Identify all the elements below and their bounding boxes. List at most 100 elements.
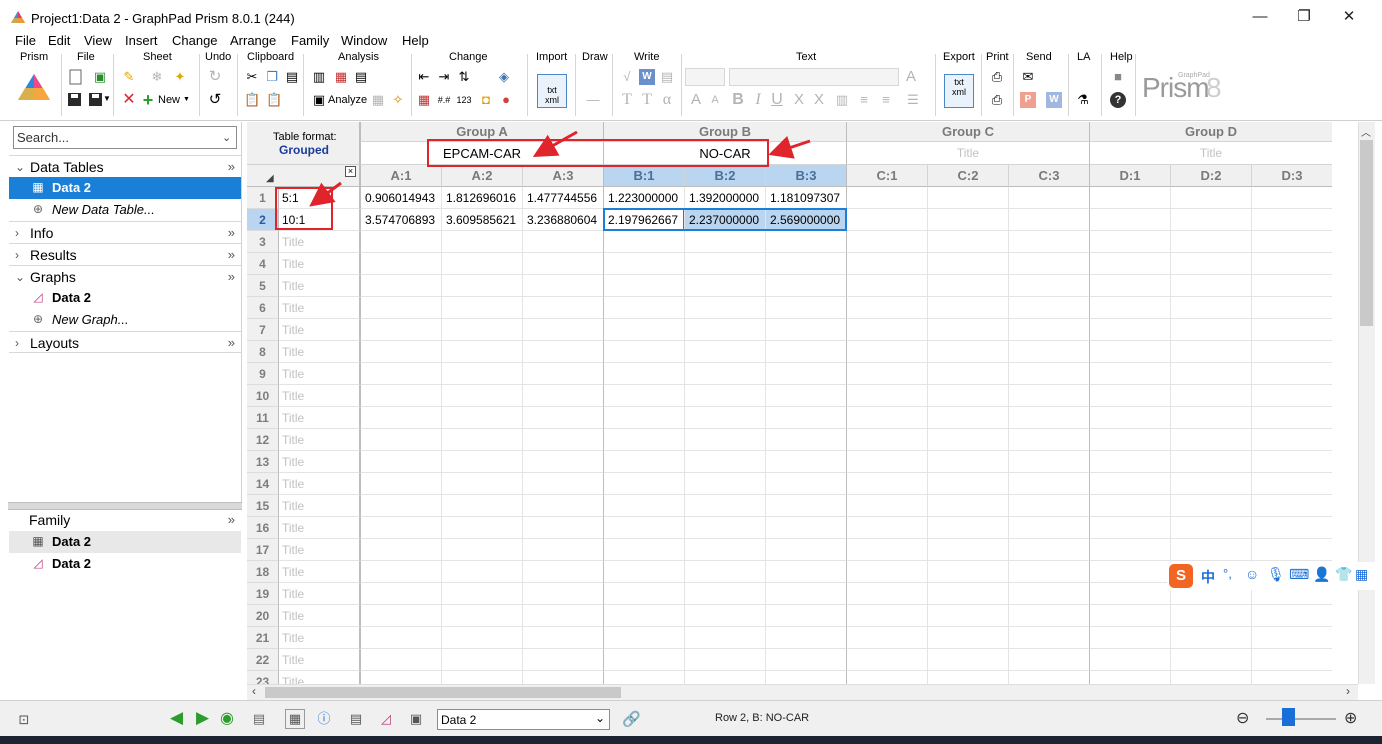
zoom-in-icon[interactable]: ⊕ <box>1344 708 1357 728</box>
data-cell[interactable] <box>360 451 441 473</box>
data-cell[interactable] <box>1251 319 1332 341</box>
data-cell[interactable] <box>603 429 684 451</box>
fill-icon[interactable]: ◈ <box>496 69 512 85</box>
data-cell[interactable] <box>684 671 765 684</box>
column-header-d-3[interactable]: D:3 <box>1251 165 1332 187</box>
data-cell[interactable] <box>1089 605 1170 627</box>
word-send-icon[interactable]: W <box>1046 92 1062 108</box>
delete-sheet-icon[interactable]: ✕ <box>121 92 137 108</box>
row-number[interactable]: 6 <box>247 297 279 319</box>
zoom-out-icon[interactable]: ⊖ <box>1236 708 1249 728</box>
data-cell[interactable] <box>1089 627 1170 649</box>
data-cell[interactable] <box>360 341 441 363</box>
data-cell[interactable] <box>765 605 846 627</box>
save-icon[interactable] <box>66 92 82 108</box>
nav-item-graph-data-2[interactable]: ◿ Data 2 <box>9 287 241 309</box>
row-title-cell[interactable]: Title <box>279 473 360 495</box>
data-cell[interactable] <box>765 649 846 671</box>
data-cell[interactable] <box>441 561 522 583</box>
data-cell[interactable] <box>1008 209 1089 231</box>
data-cell[interactable] <box>1170 627 1251 649</box>
data-cell[interactable] <box>927 319 1008 341</box>
data-cell[interactable] <box>1251 385 1332 407</box>
data-cell[interactable] <box>846 539 927 561</box>
menu-edit[interactable]: Edit <box>48 33 70 48</box>
microphone-icon[interactable]: 🎙 <box>1267 566 1285 583</box>
sheet-list-icon[interactable]: ▤ <box>251 711 267 727</box>
menu-arrange[interactable]: Arrange <box>230 33 276 48</box>
data-cell[interactable] <box>765 451 846 473</box>
data-cell[interactable] <box>1089 495 1170 517</box>
expand-icon[interactable]: » <box>228 266 235 288</box>
data-cell[interactable] <box>1251 671 1332 684</box>
column-header-c-3[interactable]: C:3 <box>1008 165 1089 187</box>
data-cell[interactable] <box>1008 627 1089 649</box>
magic-wand-icon[interactable]: ✦ <box>172 69 188 85</box>
data-cell[interactable] <box>1089 583 1170 605</box>
data-cell[interactable] <box>441 583 522 605</box>
data-cell[interactable] <box>927 407 1008 429</box>
data-cell[interactable] <box>1170 539 1251 561</box>
data-cell[interactable] <box>1089 209 1170 231</box>
data-cell[interactable] <box>684 495 765 517</box>
minimize-button[interactable]: — <box>1238 4 1282 30</box>
new-dropdown-icon[interactable]: ▼ <box>183 96 190 103</box>
data-cell[interactable] <box>441 451 522 473</box>
data-cell[interactable] <box>522 253 603 275</box>
data-cell[interactable] <box>684 275 765 297</box>
data-cell[interactable] <box>1170 275 1251 297</box>
expand-icon[interactable]: » <box>228 156 235 178</box>
data-cell[interactable] <box>603 473 684 495</box>
data-cell[interactable] <box>441 253 522 275</box>
data-cell[interactable] <box>603 539 684 561</box>
data-cell[interactable] <box>927 231 1008 253</box>
data-cell[interactable] <box>927 187 1008 209</box>
section-graphs[interactable]: ⌄ Graphs » <box>9 265 241 287</box>
data-cell[interactable] <box>1170 187 1251 209</box>
new-file-icon[interactable] <box>68 69 84 85</box>
lab-archives-icon[interactable]: ⚗ <box>1075 92 1091 108</box>
menu-change[interactable]: Change <box>172 33 218 48</box>
row-title-cell[interactable]: Title <box>279 275 360 297</box>
data-cell[interactable] <box>765 407 846 429</box>
data-cell[interactable] <box>360 275 441 297</box>
copy-icon[interactable]: ❐ <box>264 69 280 85</box>
data-cell[interactable] <box>522 627 603 649</box>
data-cell[interactable] <box>1008 517 1089 539</box>
data-cell[interactable] <box>1251 187 1332 209</box>
data-cell[interactable] <box>603 297 684 319</box>
data-cell[interactable] <box>1251 539 1332 561</box>
data-cell[interactable] <box>603 671 684 684</box>
row-title-cell[interactable]: Title <box>279 385 360 407</box>
data-cell[interactable] <box>360 627 441 649</box>
data-cell[interactable] <box>1008 539 1089 561</box>
data-cell[interactable] <box>684 341 765 363</box>
data-cell[interactable] <box>603 517 684 539</box>
data-cell[interactable] <box>684 649 765 671</box>
data-cell[interactable] <box>846 429 927 451</box>
data-cell[interactable] <box>1089 253 1170 275</box>
data-cell[interactable] <box>522 429 603 451</box>
data-cell[interactable] <box>1089 319 1170 341</box>
paste-special-icon[interactable]: 📋 <box>266 92 282 108</box>
data-cell[interactable] <box>1089 539 1170 561</box>
row-number[interactable]: 3 <box>247 231 279 253</box>
column-header-c-2[interactable]: C:2 <box>927 165 1008 187</box>
menu-help[interactable]: Help <box>402 33 429 48</box>
data-cell[interactable] <box>360 385 441 407</box>
numbering-icon[interactable]: 123 <box>456 92 472 108</box>
data-cell[interactable] <box>603 253 684 275</box>
data-cell[interactable] <box>1008 671 1089 684</box>
data-cell[interactable] <box>522 363 603 385</box>
data-cell[interactable] <box>684 231 765 253</box>
expand-icon[interactable]: » <box>228 332 235 354</box>
menu-family[interactable]: Family <box>291 33 329 48</box>
data-cell[interactable] <box>846 561 927 583</box>
data-cell[interactable] <box>441 297 522 319</box>
data-cell[interactable] <box>765 473 846 495</box>
vertical-scroll-thumb[interactable] <box>1360 140 1373 326</box>
go-to-sheet-icon[interactable]: ◉ <box>220 708 234 728</box>
layout-view-icon[interactable]: ▣ <box>408 711 424 727</box>
data-cell[interactable] <box>1170 231 1251 253</box>
section-results[interactable]: › Results » <box>9 243 241 265</box>
